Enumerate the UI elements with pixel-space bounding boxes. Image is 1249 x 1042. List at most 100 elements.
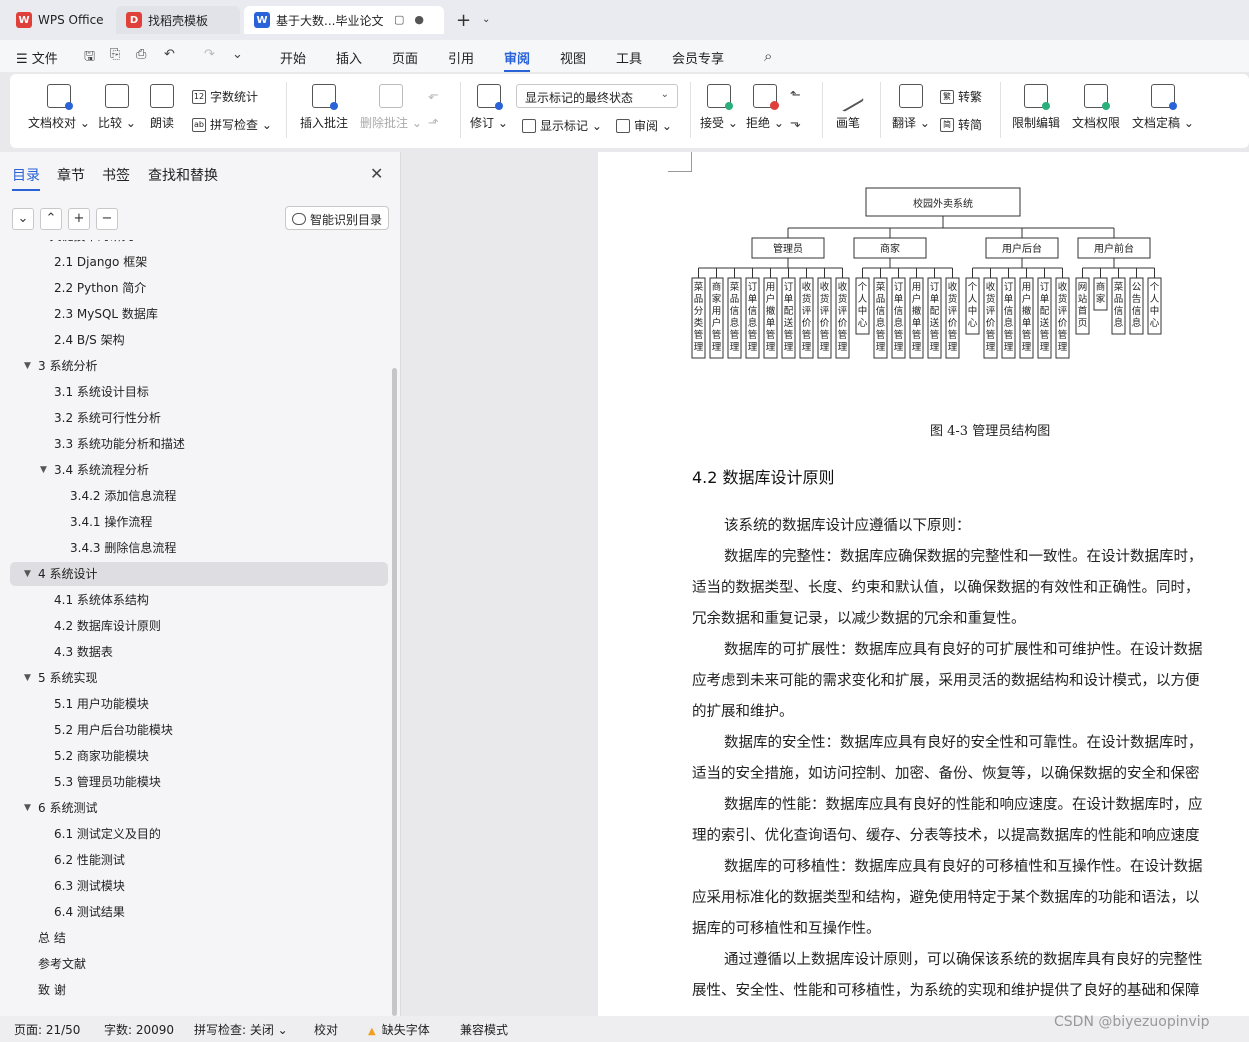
menu-tools[interactable]: 工具 xyxy=(616,48,642,67)
compat-mode-status[interactable]: 兼容模式 xyxy=(460,1021,508,1038)
toc-item[interactable]: 4.3 数据表 xyxy=(10,640,388,664)
toc-item[interactable]: 参考文献 xyxy=(10,952,388,976)
next-change-icon[interactable]: ⬎ xyxy=(790,116,806,132)
word-count-status[interactable]: 字数: 20090 xyxy=(104,1021,174,1038)
review-pane-button[interactable]: 审阅 ⌄ xyxy=(616,117,672,134)
toc-item[interactable]: 6.1 测试定义及目的 xyxy=(10,822,388,846)
toc-item[interactable]: 6.3 测试模块 xyxy=(10,874,388,898)
compare-button[interactable]: 比较 ⌄ xyxy=(98,84,136,131)
toc-item[interactable]: 3.1 系统设计目标 xyxy=(10,380,388,404)
document-page[interactable]: 校园外卖系统 管理员 商家 用户后台 用户前台菜品分类管理商家用户管理菜品信息管理订单信… xyxy=(598,152,1249,1016)
spell-check-status[interactable]: 拼写检查: 关闭 ⌄ xyxy=(194,1021,288,1038)
nav-tab-bookmarks[interactable]: 书签 xyxy=(102,165,130,185)
toc-item[interactable]: 3.2 系统可行性分析 xyxy=(10,406,388,430)
read-aloud-button[interactable]: 朗读 xyxy=(150,84,174,131)
doc-finalize-button[interactable]: 文档定稿 ⌄ xyxy=(1132,84,1194,131)
toc-item[interactable]: 2.1 Django 框架 xyxy=(10,250,388,274)
toc-item[interactable]: ▼ 6 系统测试 xyxy=(10,796,388,820)
menu-home[interactable]: 开始 xyxy=(280,48,306,67)
add-heading-button[interactable]: + xyxy=(68,208,90,230)
tab-controls-icon[interactable]: ▢● xyxy=(394,13,434,26)
expand-arrow-icon[interactable]: ▼ xyxy=(24,354,31,378)
toc-item[interactable]: 致 谢 xyxy=(10,978,388,1002)
tab-templates[interactable]: D 找稻壳模板 xyxy=(116,6,240,34)
share-icon[interactable]: ⎘ xyxy=(110,47,126,63)
accept-button[interactable]: 接受 ⌄ xyxy=(700,84,738,131)
smart-toc-button[interactable]: 智能识别目录 xyxy=(285,206,389,230)
menu-review[interactable]: 审阅 xyxy=(504,48,531,72)
expand-arrow-icon[interactable]: ▼ xyxy=(24,666,31,690)
tab-wps-office[interactable]: W WPS Office xyxy=(6,6,112,34)
toc-item[interactable]: 3.4.1 操作流程 xyxy=(10,510,388,534)
toc-scrollbar[interactable] xyxy=(392,368,397,1016)
to-traditional-button[interactable]: 繁转繁 xyxy=(940,88,982,105)
toc-item[interactable]: 4.1 系统体系结构 xyxy=(10,588,388,612)
toc-item[interactable]: 5.2 商家功能模块 xyxy=(10,744,388,768)
remove-heading-button[interactable]: − xyxy=(96,208,118,230)
save-icon[interactable]: 🖫 xyxy=(84,47,100,64)
restrict-edit-button[interactable]: 限制编辑 xyxy=(1012,84,1060,131)
toc-item[interactable]: 2.2 Python 简介 xyxy=(10,276,388,300)
new-tab-icon[interactable]: + xyxy=(456,10,471,31)
nav-tab-find-replace[interactable]: 查找和替换 xyxy=(148,165,218,185)
expand-arrow-icon[interactable]: ▼ xyxy=(40,458,47,482)
translate-button[interactable]: 翻译 ⌄ xyxy=(892,84,930,131)
toc-item[interactable]: 5.3 管理员功能模块 xyxy=(10,770,388,794)
next-comment-icon[interactable]: ⬏ xyxy=(428,116,444,132)
word-count-button[interactable]: 12 字数统计 xyxy=(192,88,258,105)
ink-button[interactable]: 画笔 xyxy=(831,79,865,131)
toc-item[interactable]: ▼ 2 关键技术的研究 xyxy=(10,240,388,248)
toc-item[interactable]: 2.4 B/S 架构 xyxy=(10,328,388,352)
previous-change-icon[interactable]: ⬑ xyxy=(790,88,806,104)
toc-item[interactable]: ▼ 3 系统分析 xyxy=(10,354,388,378)
menu-insert[interactable]: 插入 xyxy=(336,48,362,67)
show-markup-button[interactable]: 显示标记 ⌄ xyxy=(522,117,602,134)
toc-item[interactable]: 3.3 系统功能分析和描述 xyxy=(10,432,388,456)
to-simplified-button[interactable]: 简转简 xyxy=(940,116,982,133)
toc-item[interactable]: 5.1 用户功能模块 xyxy=(10,692,388,716)
toc-item[interactable]: 总 结 xyxy=(10,926,388,950)
revise-button[interactable]: 修订 ⌄ xyxy=(470,84,508,131)
chevron-down-icon[interactable]: ⌄ xyxy=(482,14,490,25)
toc-item[interactable]: 4.2 数据库设计原则 xyxy=(10,614,388,638)
tab-document[interactable]: W 基于大数...毕业论文 ▢● xyxy=(244,6,444,34)
proofread-status[interactable]: 校对 xyxy=(314,1021,338,1038)
file-menu[interactable]: ☰ 文件 xyxy=(16,48,58,67)
page-indicator[interactable]: 页面: 21/50 xyxy=(14,1021,80,1038)
reject-button[interactable]: 拒绝 ⌄ xyxy=(746,84,784,131)
toc-item[interactable]: ▼ 4 系统设计 xyxy=(10,562,388,586)
print-preview-icon[interactable]: ⎙ xyxy=(136,47,152,63)
expand-all-button[interactable]: ⌄ xyxy=(12,208,34,230)
spell-check-button[interactable]: ab 拼写检查 ⌄ xyxy=(192,116,272,133)
expand-arrow-icon[interactable]: ▼ xyxy=(24,240,31,248)
nav-tab-chapters[interactable]: 章节 xyxy=(57,165,85,185)
missing-font-status[interactable]: 缺失字体 xyxy=(368,1021,430,1038)
chevron-down-icon[interactable]: ⌄ xyxy=(232,47,248,63)
toc-item[interactable]: 2.3 MySQL 数据库 xyxy=(10,302,388,326)
previous-comment-icon[interactable]: ⬐ xyxy=(428,88,444,104)
redo-icon[interactable]: ↷ xyxy=(204,47,220,63)
menu-membership[interactable]: 会员专享 xyxy=(672,48,724,67)
toc-item[interactable]: ▼ 3.4 系统流程分析 xyxy=(10,458,388,482)
insert-comment-button[interactable]: 插入批注 xyxy=(300,84,348,131)
toc-item[interactable]: 6.4 测试结果 xyxy=(10,900,388,924)
nav-tab-toc[interactable]: 目录 xyxy=(12,165,40,191)
undo-icon[interactable]: ↶ xyxy=(164,47,180,63)
toc-item[interactable]: 3.4.3 删除信息流程 xyxy=(10,536,388,560)
expand-arrow-icon[interactable]: ▼ xyxy=(24,796,31,820)
collapse-all-button[interactable]: ⌃ xyxy=(40,208,62,230)
menu-page[interactable]: 页面 xyxy=(392,48,418,67)
close-icon[interactable]: ✕ xyxy=(370,164,383,183)
toc-item[interactable]: 6.2 性能测试 xyxy=(10,848,388,872)
menu-view[interactable]: 视图 xyxy=(560,48,586,67)
menu-references[interactable]: 引用 xyxy=(448,48,474,67)
doc-check-button[interactable]: 文档校对 ⌄ xyxy=(28,84,90,131)
delete-comment-button[interactable]: 删除批注 ⌄ xyxy=(360,84,422,131)
expand-arrow-icon[interactable]: ▼ xyxy=(24,562,31,586)
toc-item[interactable]: 5.2 用户后台功能模块 xyxy=(10,718,388,742)
markup-state-select[interactable]: 显示标记的最终状态 ⌄ xyxy=(516,84,678,108)
doc-permission-button[interactable]: 文档权限 xyxy=(1072,84,1120,131)
toc-item[interactable]: ▼ 5 系统实现 xyxy=(10,666,388,690)
search-icon[interactable]: ⌕ xyxy=(764,47,780,65)
toc-item[interactable]: 3.4.2 添加信息流程 xyxy=(10,484,388,508)
